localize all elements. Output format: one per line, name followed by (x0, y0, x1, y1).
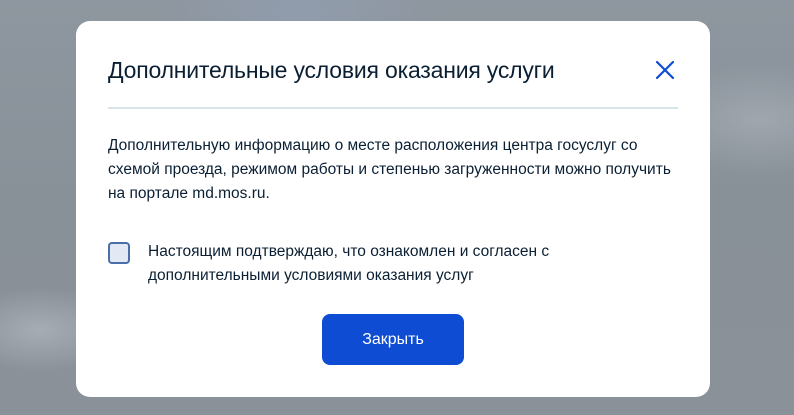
dialog-title: Дополнительные условия оказания услуги (108, 57, 555, 83)
modal-dialog: Дополнительные условия оказания услуги Д… (76, 21, 710, 397)
consent-label[interactable]: Настоящим подтверждаю, что ознакомлен и … (148, 240, 588, 288)
info-text: Дополнительную информацию о месте распол… (108, 137, 671, 202)
close-icon (655, 60, 675, 80)
close-button[interactable]: Закрыть (322, 314, 464, 365)
consent-checkbox[interactable] (108, 242, 130, 264)
title-divider (108, 107, 678, 109)
close-dialog-button[interactable] (652, 57, 678, 83)
consent-row: Настоящим подтверждаю, что ознакомлен и … (108, 240, 678, 292)
